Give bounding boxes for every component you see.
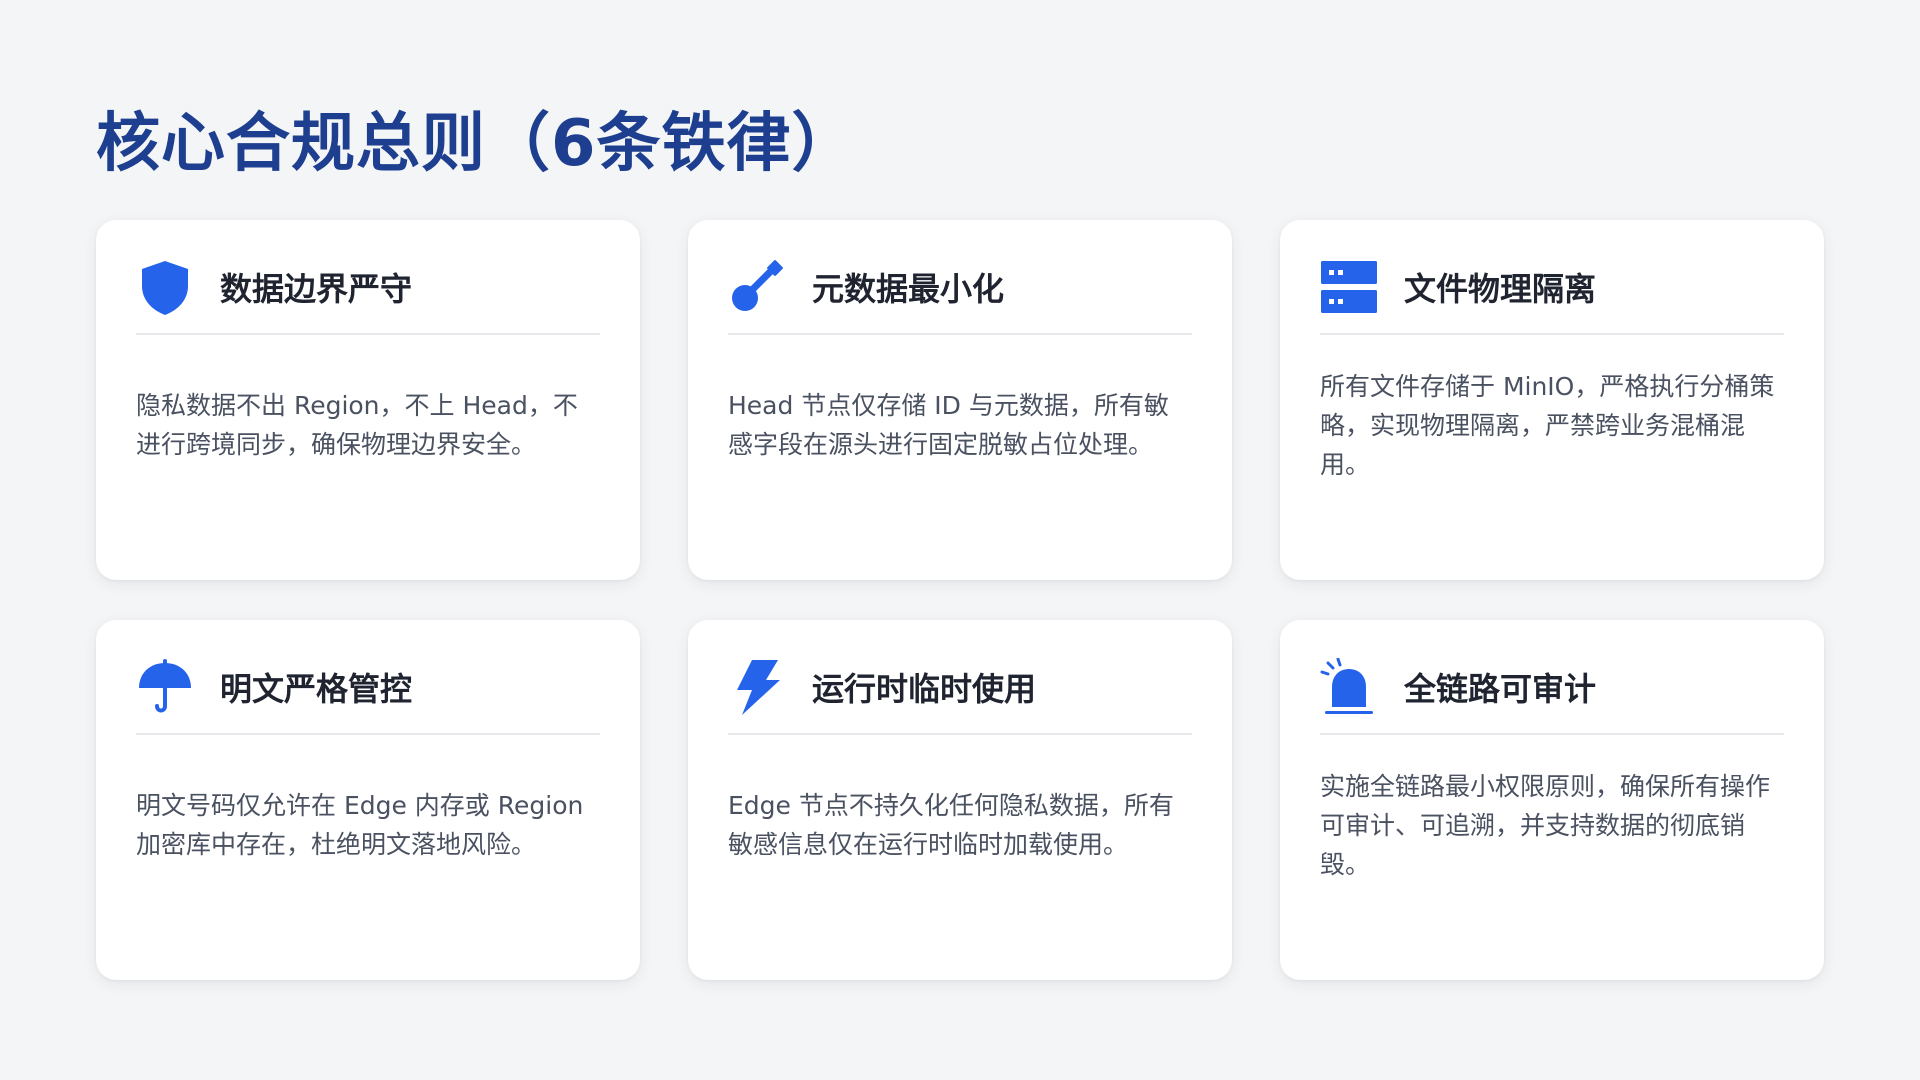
card-description: 明文号码仅允许在 Edge 内存或 Region 加密库中存在，杜绝明文落地风险…	[136, 791, 584, 859]
card-body: 隐私数据不出 Region，不上 Head，不进行跨境同步，确保物理边界安全。	[136, 335, 600, 535]
rules-grid: 数据边界严守 隐私数据不出 Region，不上 Head，不进行跨境同步，确保物…	[96, 220, 1824, 980]
card-header: 明文严格管控	[136, 620, 600, 735]
card-title: 文件物理隔离	[1404, 269, 1597, 308]
page: 核心合规总则（6条铁律） 数据边界严守 隐私数据不出 Region，不上 Hea…	[0, 0, 1920, 1080]
card-description: 隐私数据不出 Region，不上 Head，不进行跨境同步，确保物理边界安全。	[136, 391, 578, 459]
rule-card-runtime-usage: 运行时临时使用 Edge 节点不持久化任何隐私数据，所有敏感信息仅在运行时临时加…	[688, 620, 1232, 980]
rule-card-metadata-minimization: 元数据最小化 Head 节点仅存储 ID 与元数据，所有敏感字段在源头进行固定脱…	[688, 220, 1232, 580]
card-title: 全链路可审计	[1404, 669, 1597, 708]
card-body: 明文号码仅允许在 Edge 内存或 Region 加密库中存在，杜绝明文落地风险…	[136, 735, 600, 935]
card-description: 所有文件存储于 MinIO，严格执行分桶策略，实现物理隔离，严禁跨业务混桶混用。	[1320, 371, 1775, 479]
card-header: 数据边界严守	[136, 220, 600, 335]
rule-card-file-isolation: 文件物理隔离 所有文件存储于 MinIO，严格执行分桶策略，实现物理隔离，严禁跨…	[1280, 220, 1824, 580]
card-body: 所有文件存储于 MinIO，严格执行分桶策略，实现物理隔离，严禁跨业务混桶混用。	[1320, 335, 1784, 535]
card-title: 元数据最小化	[812, 269, 1005, 308]
server-icon	[1320, 258, 1378, 316]
card-title: 运行时临时使用	[812, 669, 1037, 708]
card-body: 实施全链路最小权限原则，确保所有操作可审计、可追溯，并支持数据的彻底销毁。	[1320, 735, 1784, 935]
card-header: 运行时临时使用	[728, 620, 1192, 735]
card-description: Head 节点仅存储 ID 与元数据，所有敏感字段在源头进行固定脱敏占位处理。	[728, 391, 1169, 459]
card-body: Edge 节点不持久化任何隐私数据，所有敏感信息仅在运行时临时加载使用。	[728, 735, 1192, 935]
card-title: 数据边界严守	[220, 269, 413, 308]
umbrella-icon	[136, 658, 194, 716]
key-icon	[728, 258, 786, 316]
card-description: 实施全链路最小权限原则，确保所有操作可审计、可追溯，并支持数据的彻底销毁。	[1320, 771, 1771, 879]
card-header: 元数据最小化	[728, 220, 1192, 335]
rule-card-full-audit: 全链路可审计 实施全链路最小权限原则，确保所有操作可审计、可追溯，并支持数据的彻…	[1280, 620, 1824, 980]
rule-card-plaintext-control: 明文严格管控 明文号码仅允许在 Edge 内存或 Region 加密库中存在，杜…	[96, 620, 640, 980]
shield-icon	[136, 258, 194, 316]
rule-card-data-boundary: 数据边界严守 隐私数据不出 Region，不上 Head，不进行跨境同步，确保物…	[96, 220, 640, 580]
card-body: Head 节点仅存储 ID 与元数据，所有敏感字段在源头进行固定脱敏占位处理。	[728, 335, 1192, 535]
lightning-icon	[728, 658, 786, 716]
card-description: Edge 节点不持久化任何隐私数据，所有敏感信息仅在运行时临时加载使用。	[728, 791, 1174, 859]
page-title: 核心合规总则（6条铁律）	[96, 107, 857, 181]
alarm-icon	[1320, 657, 1378, 716]
card-header: 文件物理隔离	[1320, 220, 1784, 335]
card-title: 明文严格管控	[220, 669, 413, 708]
card-header: 全链路可审计	[1320, 620, 1784, 735]
